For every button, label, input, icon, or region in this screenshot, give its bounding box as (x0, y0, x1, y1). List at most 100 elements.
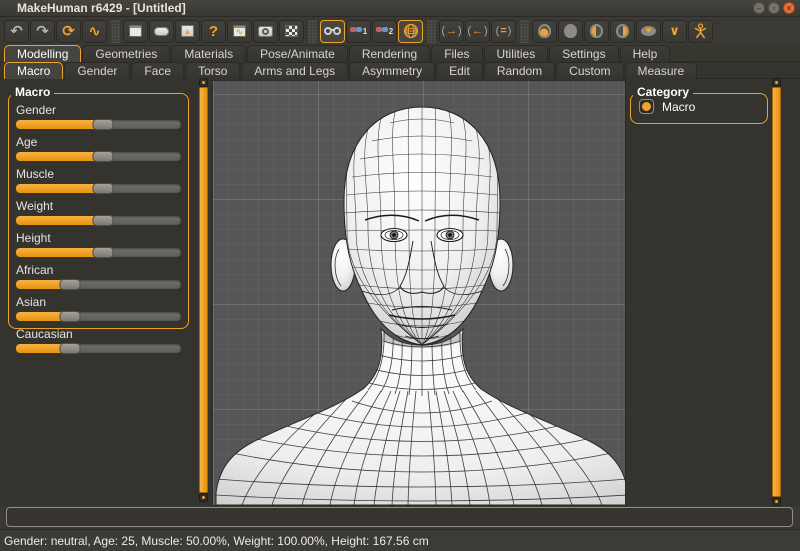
window-controls: – ▫ ✕ (753, 2, 795, 14)
radio-label: Macro (662, 100, 695, 114)
mono-view-button[interactable] (320, 20, 345, 43)
main-tab-bar: Modelling Geometries Materials Pose/Anim… (0, 45, 800, 62)
slider-label: Muscle (16, 167, 181, 181)
slider-label: African (16, 263, 181, 277)
main-content: Macro Gender Age Muscle Weight (0, 79, 800, 506)
tab-pose-animate[interactable]: Pose/Animate (247, 45, 348, 62)
body-figure-icon (693, 23, 708, 39)
wireframe-view-button[interactable] (398, 20, 423, 43)
tab-measure[interactable]: Measure (625, 62, 698, 79)
tab-macro[interactable]: Macro (4, 62, 63, 79)
command-input[interactable] (6, 507, 793, 527)
reset-icon: ⟳ (62, 24, 75, 39)
tab-modelling[interactable]: Modelling (4, 45, 81, 62)
stereo-view-1-button[interactable]: 1 (346, 20, 371, 43)
gender-slider[interactable] (16, 120, 181, 129)
view-right-button[interactable] (610, 20, 635, 43)
radio-selected-icon[interactable] (639, 99, 654, 114)
tab-face[interactable]: Face (131, 62, 184, 79)
tab-utilities[interactable]: Utilities (484, 45, 549, 62)
caucasian-slider[interactable] (16, 344, 181, 353)
tab-custom[interactable]: Custom (556, 62, 623, 79)
category-option-macro[interactable]: Macro (639, 99, 759, 114)
redo-button[interactable]: ↷ (30, 20, 55, 43)
right-scrollbar[interactable] (772, 78, 781, 506)
maximize-button[interactable]: ▫ (768, 2, 780, 14)
age-slider[interactable] (16, 152, 181, 161)
head-front-icon (538, 24, 551, 38)
african-slider[interactable] (16, 280, 181, 289)
toolbar: ↶ ↷ ⟳ ∿ ▲ ? ∿ 1 2 → ← = ∨ (0, 17, 800, 45)
help-button[interactable]: ? (201, 20, 226, 43)
tab-rendering[interactable]: Rendering (349, 45, 430, 62)
scroll-down-button[interactable] (772, 497, 781, 506)
reset-view-button[interactable]: = (491, 20, 516, 43)
height-slider[interactable] (16, 248, 181, 257)
tab-edit[interactable]: Edit (436, 62, 483, 79)
viewport-3d[interactable] (212, 80, 626, 506)
slider-handle[interactable] (60, 311, 81, 322)
slider-handle[interactable] (93, 215, 114, 226)
view-top-button[interactable] (636, 20, 661, 43)
slider-handle[interactable] (93, 247, 114, 258)
tab-gender[interactable]: Gender (64, 62, 130, 79)
rotate-view-right-button[interactable]: → (439, 20, 464, 43)
slider-handle[interactable] (93, 183, 114, 194)
rotate-right-icon: → (441, 25, 461, 37)
wireframe-globe-icon (403, 23, 419, 39)
toggle-background-button[interactable] (279, 20, 304, 43)
minimize-button[interactable]: – (753, 2, 765, 14)
slider-handle[interactable] (60, 279, 81, 290)
scrollbar-thumb[interactable] (199, 87, 208, 493)
left-scrollbar[interactable] (199, 78, 208, 502)
tab-arms-and-legs[interactable]: Arms and Legs (241, 62, 348, 79)
tab-files[interactable]: Files (431, 45, 482, 62)
reset-button[interactable]: ⟳ (56, 20, 81, 43)
weight-slider[interactable] (16, 216, 181, 225)
scroll-up-button[interactable] (772, 78, 781, 87)
view-back-button[interactable] (558, 20, 583, 43)
save-target-button[interactable]: ∿ (227, 20, 252, 43)
toolbar-separator (520, 20, 529, 43)
scroll-up-button[interactable] (199, 78, 208, 87)
anaglyph-1-icon: 1 (350, 27, 367, 36)
load-icon (154, 27, 169, 36)
status-bar: Gender: neutral, Age: 25, Muscle: 50.00%… (0, 529, 800, 551)
save-button[interactable] (123, 20, 148, 43)
undo-button[interactable]: ↶ (4, 20, 29, 43)
view-bottom-button[interactable]: ∨ (662, 20, 687, 43)
stereo-view-2-button[interactable]: 2 (372, 20, 397, 43)
scroll-down-button[interactable] (199, 493, 208, 502)
head-left-icon (590, 24, 603, 38)
reset-view-icon: = (496, 25, 512, 37)
tab-materials[interactable]: Materials (171, 45, 246, 62)
redo-icon: ↷ (36, 24, 49, 39)
slider-handle[interactable] (93, 119, 114, 130)
slider-gender: Gender (16, 103, 181, 129)
export-button[interactable]: ▲ (175, 20, 200, 43)
grab-screenshot-button[interactable] (253, 20, 278, 43)
view-body-button[interactable] (688, 20, 713, 43)
scrollbar-thumb[interactable] (772, 87, 781, 497)
noise-button[interactable]: ∿ (82, 20, 107, 43)
save-icon (129, 25, 142, 37)
save-target-icon: ∿ (233, 25, 246, 37)
tab-settings[interactable]: Settings (549, 45, 618, 62)
slider-african: African (16, 263, 181, 289)
slider-handle[interactable] (60, 343, 81, 354)
tab-torso[interactable]: Torso (185, 62, 240, 79)
muscle-slider[interactable] (16, 184, 181, 193)
tab-help[interactable]: Help (620, 45, 671, 62)
head-right-icon (616, 24, 629, 38)
tab-geometries[interactable]: Geometries (82, 45, 170, 62)
load-button[interactable] (149, 20, 174, 43)
asian-slider[interactable] (16, 312, 181, 321)
rotate-view-left-button[interactable]: ← (465, 20, 490, 43)
slider-handle[interactable] (93, 151, 114, 162)
close-button[interactable]: ✕ (783, 2, 795, 14)
tab-random[interactable]: Random (484, 62, 555, 79)
view-left-button[interactable] (584, 20, 609, 43)
macro-panel-title: Macro (11, 85, 54, 99)
view-front-button[interactable] (532, 20, 557, 43)
tab-asymmetry[interactable]: Asymmetry (349, 62, 435, 79)
